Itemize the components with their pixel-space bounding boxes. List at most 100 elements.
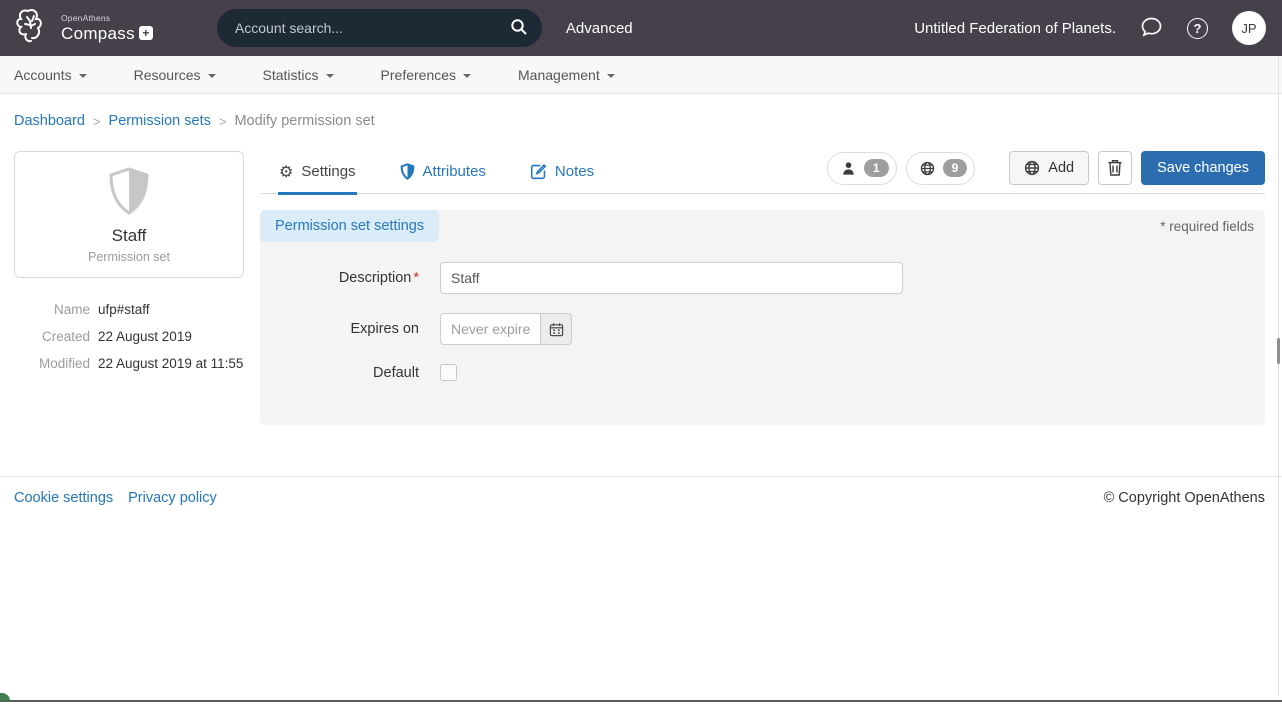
caret-down-icon: [463, 74, 471, 78]
default-checkbox[interactable]: [440, 364, 457, 381]
detail-label: Name: [14, 303, 90, 318]
organisation-name: Untitled Federation of Planets.: [914, 20, 1116, 37]
help-button[interactable]: ?: [1187, 18, 1208, 39]
help-icon: ?: [1187, 18, 1208, 39]
nav-item-label: Statistics: [263, 67, 319, 83]
detail-row-created: Created 22 August 2019: [14, 330, 244, 345]
nav-item-preferences[interactable]: Preferences: [381, 67, 471, 83]
search-button[interactable]: [508, 16, 530, 41]
main-nav: Accounts Resources Statistics Preference…: [0, 56, 1282, 94]
panel-title-tab: Permission set settings: [260, 210, 439, 242]
tab-label: Notes: [555, 163, 594, 180]
copyright-text: © Copyright OpenAthens: [1104, 490, 1265, 506]
description-label: Description*: [260, 270, 440, 286]
detail-value: 22 August 2019 at 11:55: [98, 357, 243, 372]
expires-input[interactable]: [440, 313, 541, 345]
detail-value: ufp#staff: [98, 303, 150, 318]
nav-item-resources[interactable]: Resources: [134, 67, 216, 83]
logo-brand-large: Compass: [61, 25, 135, 42]
logo-text: OpenAthens Compass +: [61, 14, 153, 42]
description-row: Description*: [260, 262, 1265, 294]
breadcrumb-separator: >: [93, 114, 101, 129]
detail-row-modified: Modified 22 August 2019 at 11:55: [14, 357, 244, 372]
person-icon: [841, 161, 856, 176]
tab-bar: ⚙ Settings Attributes: [260, 151, 1265, 194]
caret-down-icon: [208, 74, 216, 78]
detail-list: Name ufp#staff Created 22 August 2019 Mo…: [14, 303, 244, 372]
expires-row: Expires on: [260, 313, 1265, 345]
caret-down-icon: [607, 74, 615, 78]
nav-item-label: Preferences: [381, 67, 456, 83]
users-count-badge: 1: [864, 159, 889, 177]
profile-card: Staff Permission set: [14, 151, 244, 278]
default-label: Default: [260, 365, 440, 381]
nav-item-label: Management: [518, 67, 600, 83]
logo-brand-small: OpenAthens: [61, 14, 153, 23]
search-icon: [510, 18, 528, 39]
openathens-logo-icon: [14, 5, 54, 52]
detail-value: 22 August 2019: [98, 330, 192, 345]
shield-icon: [400, 163, 415, 180]
date-picker-button[interactable]: [541, 313, 572, 345]
tab-notes[interactable]: Notes: [529, 153, 595, 193]
detail-label: Modified: [14, 357, 90, 372]
trash-icon: [1107, 159, 1123, 177]
permission-set-title: Staff: [25, 226, 233, 246]
nav-item-accounts[interactable]: Accounts: [14, 67, 87, 83]
chat-icon: [1140, 16, 1163, 41]
account-search-input[interactable]: [235, 20, 508, 36]
page-footer: Cookie settings Privacy policy © Copyrig…: [0, 476, 1282, 506]
chat-button[interactable]: [1140, 16, 1163, 41]
add-button-label: Add: [1048, 160, 1074, 176]
plus-badge-icon: +: [139, 26, 153, 40]
tab-label: Attributes: [423, 163, 486, 180]
openathens-logo[interactable]: OpenAthens Compass +: [14, 5, 153, 52]
tab-label: Settings: [301, 163, 355, 180]
gear-icon: ⚙: [279, 164, 293, 180]
default-row: Default: [260, 364, 1265, 381]
nav-item-statistics[interactable]: Statistics: [263, 67, 334, 83]
permission-set-subtitle: Permission set: [25, 250, 233, 264]
breadcrumb: Dashboard > Permission sets > Modify per…: [0, 94, 1282, 141]
desktop-corner-artifact: [0, 693, 10, 701]
tab-settings[interactable]: ⚙ Settings: [278, 153, 357, 195]
resources-count-badge: 9: [943, 159, 968, 177]
profile-sidebar: Staff Permission set Name ufp#staff Crea…: [14, 151, 244, 425]
required-fields-note: * required fields: [1149, 210, 1265, 243]
scrollbar-track[interactable]: [1278, 56, 1279, 696]
settings-panel: Permission set settings * required field…: [260, 210, 1265, 425]
breadcrumb-permission-sets[interactable]: Permission sets: [109, 113, 211, 129]
description-label-text: Description: [339, 270, 412, 286]
add-button[interactable]: Add: [1009, 151, 1089, 185]
account-search: [217, 9, 542, 47]
shield-icon: [106, 203, 152, 220]
advanced-search-link[interactable]: Advanced: [566, 20, 633, 37]
allocated-resources-pill[interactable]: 9: [906, 152, 976, 185]
delete-button[interactable]: [1098, 151, 1132, 185]
breadcrumb-dashboard[interactable]: Dashboard: [14, 113, 85, 129]
nav-item-management[interactable]: Management: [518, 67, 615, 83]
window-bottom-edge: [0, 700, 1282, 702]
privacy-policy-link[interactable]: Privacy policy: [128, 490, 217, 506]
description-input[interactable]: [440, 262, 903, 294]
cookie-settings-link[interactable]: Cookie settings: [14, 490, 113, 506]
scrollbar-thumb[interactable]: [1277, 338, 1280, 364]
detail-label: Created: [14, 330, 90, 345]
calendar-icon: [549, 322, 564, 337]
breadcrumb-current: Modify permission set: [234, 113, 374, 129]
nav-item-label: Accounts: [14, 67, 72, 83]
save-changes-button[interactable]: Save changes: [1141, 151, 1265, 185]
tab-attributes[interactable]: Attributes: [399, 153, 487, 193]
expires-label: Expires on: [260, 321, 440, 337]
nav-item-label: Resources: [134, 67, 201, 83]
required-asterisk: *: [413, 270, 419, 286]
app-header: OpenAthens Compass + Advanced Untitled F…: [0, 0, 1282, 56]
detail-row-name: Name ufp#staff: [14, 303, 244, 318]
user-avatar[interactable]: JP: [1232, 11, 1266, 45]
breadcrumb-separator: >: [219, 114, 227, 129]
caret-down-icon: [326, 74, 334, 78]
globe-icon: [1024, 160, 1040, 176]
allocated-users-pill[interactable]: 1: [827, 152, 897, 185]
caret-down-icon: [79, 74, 87, 78]
globe-icon: [920, 161, 935, 176]
